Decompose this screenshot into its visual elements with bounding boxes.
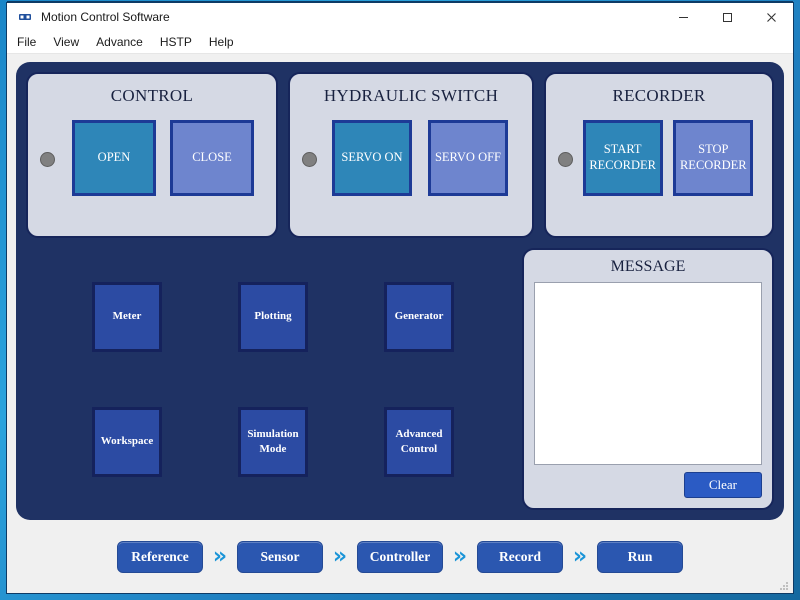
servo-off-button[interactable]: SERVO OFF [428, 120, 508, 196]
workflow-step-controller[interactable]: Controller [357, 541, 443, 573]
menu-item-file[interactable]: File [17, 33, 45, 51]
panel-recorder-title: RECORDER [612, 86, 705, 106]
chevron-right-icon-1: » [203, 546, 237, 568]
panel-recorder-buttons: START RECORDER STOP RECORDER [546, 120, 772, 196]
workflow-step-sensor[interactable]: Sensor [237, 541, 323, 573]
panel-hydraulic-buttons: SERVO ON SERVO OFF [290, 120, 532, 196]
function-button-grid: Meter Plotting Generator Workspace Simul… [26, 248, 512, 510]
menu-item-advance[interactable]: Advance [96, 33, 152, 51]
application-window: Motion Control Software File View Advanc… [6, 2, 794, 594]
servo-on-button[interactable]: SERVO ON [332, 120, 412, 196]
meter-button[interactable]: Meter [92, 282, 162, 352]
title-bar-accent [7, 1, 793, 3]
menu-bar: File View Advance HSTP Help [7, 31, 793, 54]
window-controls [661, 3, 793, 31]
message-log-textarea[interactable] [534, 282, 762, 465]
status-led-control [40, 152, 55, 167]
workflow-bar: Reference » Sensor » Controller » Record… [16, 520, 784, 593]
chevron-right-icon-2: » [323, 546, 357, 568]
chevron-right-icon-3: » [443, 546, 477, 568]
panel-hydraulic-title: HYDRAULIC SWITCH [324, 86, 498, 106]
workspace-button[interactable]: Workspace [92, 407, 162, 477]
panel-control-title: CONTROL [111, 86, 193, 106]
workflow-step-reference[interactable]: Reference [117, 541, 203, 573]
app-icon [17, 9, 33, 25]
panel-control-buttons: OPEN CLOSE [28, 120, 276, 196]
minimize-button[interactable] [661, 3, 705, 31]
panel-recorder: RECORDER START RECORDER STOP RECORDER [544, 72, 774, 238]
chevron-right-icon-4: » [563, 546, 597, 568]
status-led-hydraulic [302, 152, 317, 167]
stop-recorder-button[interactable]: STOP RECORDER [673, 120, 753, 196]
start-recorder-button[interactable]: START RECORDER [583, 120, 663, 196]
generator-button[interactable]: Generator [384, 282, 454, 352]
resize-grip[interactable] [778, 579, 790, 591]
maximize-button[interactable] [705, 3, 749, 31]
status-led-recorder [558, 152, 573, 167]
message-panel-title: MESSAGE [611, 258, 686, 276]
lower-area: Meter Plotting Generator Workspace Simul… [26, 248, 774, 510]
menu-item-hstp[interactable]: HSTP [160, 33, 201, 51]
window-title: Motion Control Software [41, 10, 170, 24]
panel-control: CONTROL OPEN CLOSE [26, 72, 278, 238]
workflow-step-record[interactable]: Record [477, 541, 563, 573]
workflow-step-run[interactable]: Run [597, 541, 683, 573]
close-valve-button[interactable]: CLOSE [170, 120, 254, 196]
clear-button[interactable]: Clear [684, 472, 762, 498]
close-button[interactable] [749, 3, 793, 31]
plotting-button[interactable]: Plotting [238, 282, 308, 352]
menu-item-help[interactable]: Help [209, 33, 243, 51]
main-container: CONTROL OPEN CLOSE HYDRAULIC SWITCH SERV… [16, 62, 784, 520]
panel-hydraulic-switch: HYDRAULIC SWITCH SERVO ON SERVO OFF [288, 72, 534, 238]
client-area: CONTROL OPEN CLOSE HYDRAULIC SWITCH SERV… [7, 54, 793, 593]
simulation-mode-button[interactable]: Simulation Mode [238, 407, 308, 477]
advanced-control-button[interactable]: Advanced Control [384, 407, 454, 477]
top-panel-row: CONTROL OPEN CLOSE HYDRAULIC SWITCH SERV… [26, 72, 774, 238]
menu-item-view[interactable]: View [53, 33, 88, 51]
title-bar: Motion Control Software [7, 3, 793, 31]
open-button[interactable]: OPEN [72, 120, 156, 196]
panel-message: MESSAGE Clear [522, 248, 774, 510]
